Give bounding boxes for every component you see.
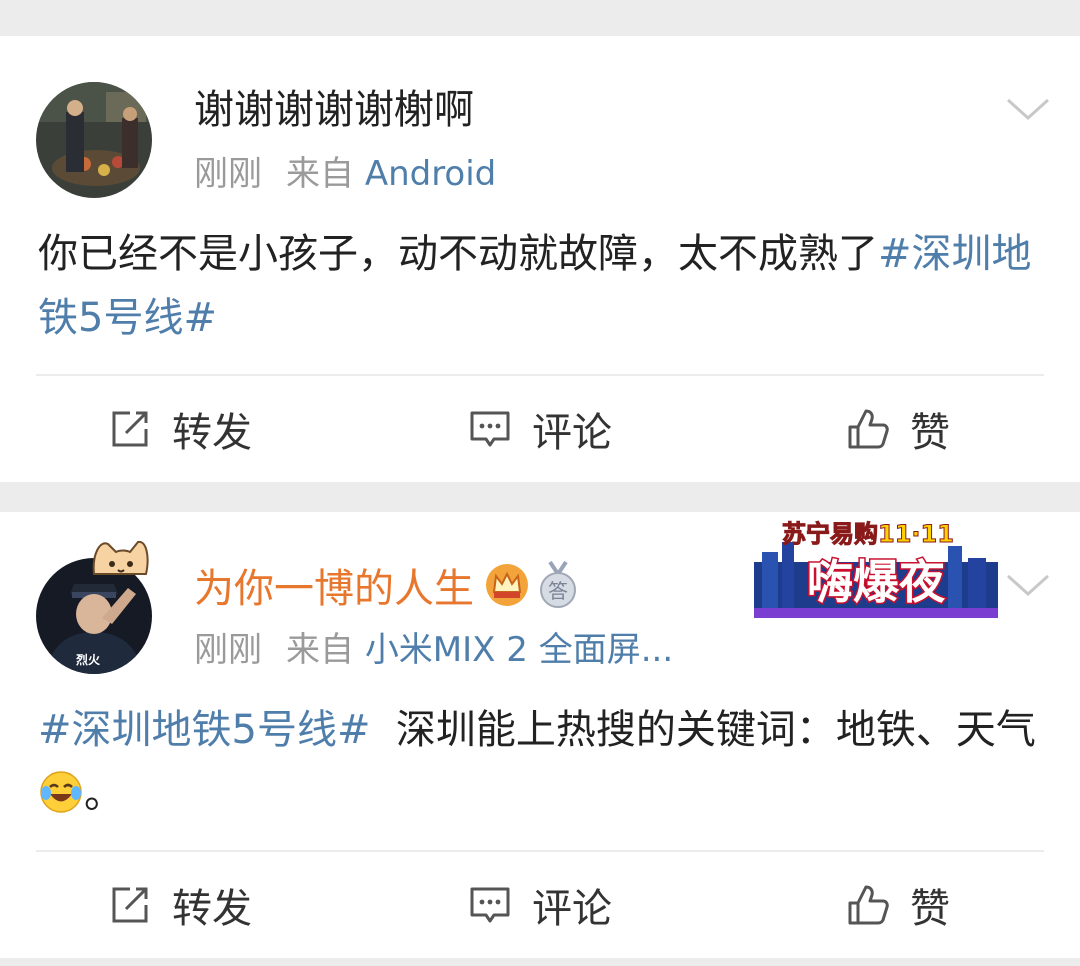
medal-icon[interactable]: 答 [536,560,580,610]
post-text: 你已经不是小孩子，动不动就故障，太不成熟了 [38,231,878,277]
comment-label: 评论 [532,410,612,456]
post-time: 刚刚 [194,630,262,670]
avatar[interactable] [36,82,152,198]
hashtag-link[interactable]: #深圳地铁5号线# [38,707,370,753]
post-time: 刚刚 [194,154,262,194]
like-icon [848,885,889,925]
post-text-end: 。 [84,771,124,817]
feed-card[interactable]: 谢谢谢谢谢榭啊 刚刚 来自 Android 你已经不是小孩子，动不动就故障，太不成… [0,36,1080,482]
repost-label: 转发 [172,886,252,932]
repost-icon [112,887,148,923]
username[interactable]: 为你一博的人生 答 [194,560,580,615]
username[interactable]: 谢谢谢谢谢榭啊 [194,84,474,136]
repost-icon [112,411,148,447]
post-content: 你已经不是小孩子，动不动就故障，太不成熟了#深圳地铁5号线# [38,222,1048,350]
comment-icon [470,411,510,447]
repost-button[interactable]: 转发 [108,376,252,482]
chevron-down-icon[interactable] [1004,570,1052,600]
like-button[interactable]: 赞 [846,852,950,958]
repost-button[interactable]: 转发 [108,852,252,958]
like-button[interactable]: 赞 [846,376,950,482]
post-content: #深圳地铁5号线# 深圳能上热搜的关键词：地铁、天气 。 [38,698,1048,826]
source-label: 来自 [286,154,354,194]
chevron-down-icon[interactable] [1004,94,1052,124]
laugh-cry-emoji [40,771,82,813]
comment-icon [470,887,510,923]
comment-button[interactable]: 评论 [468,852,612,958]
promo-line2: 嗨爆夜 [807,555,946,609]
post-source[interactable]: 小米MIX 2 全面屏... [365,630,673,670]
action-bar: 转发 评论 赞 [0,852,1080,958]
medal-char: 答 [548,579,568,603]
comment-label: 评论 [532,886,612,932]
avatar-caption: 烈火 [76,653,101,667]
post-text: 深圳能上热搜的关键词：地铁、天气 [395,707,1036,753]
comment-button[interactable]: 评论 [468,376,612,482]
like-label: 赞 [910,886,950,932]
repost-label: 转发 [172,410,252,456]
feed-card[interactable]: 苏宁易购11·11 嗨爆夜 烈火 为你一博的人生 答 刚刚 来自 小米MIX 2… [0,512,1080,958]
source-label: 来自 [286,630,354,670]
username-text: 为你一博的人生 [194,566,474,612]
promo-banner[interactable]: 苏宁易购11·11 嗨爆夜 [748,512,1004,624]
vip-crown-icon[interactable] [484,562,530,608]
post-meta: 刚刚 来自 Android [194,152,496,196]
like-label: 赞 [910,410,950,456]
post-source[interactable]: Android [365,154,496,194]
action-bar: 转发 评论 赞 [0,376,1080,482]
cat-ears-decoration [92,540,149,575]
like-icon [848,409,889,449]
promo-line1: 苏宁易购11·11 [782,520,954,548]
post-meta: 刚刚 来自 小米MIX 2 全面屏... [194,628,673,672]
